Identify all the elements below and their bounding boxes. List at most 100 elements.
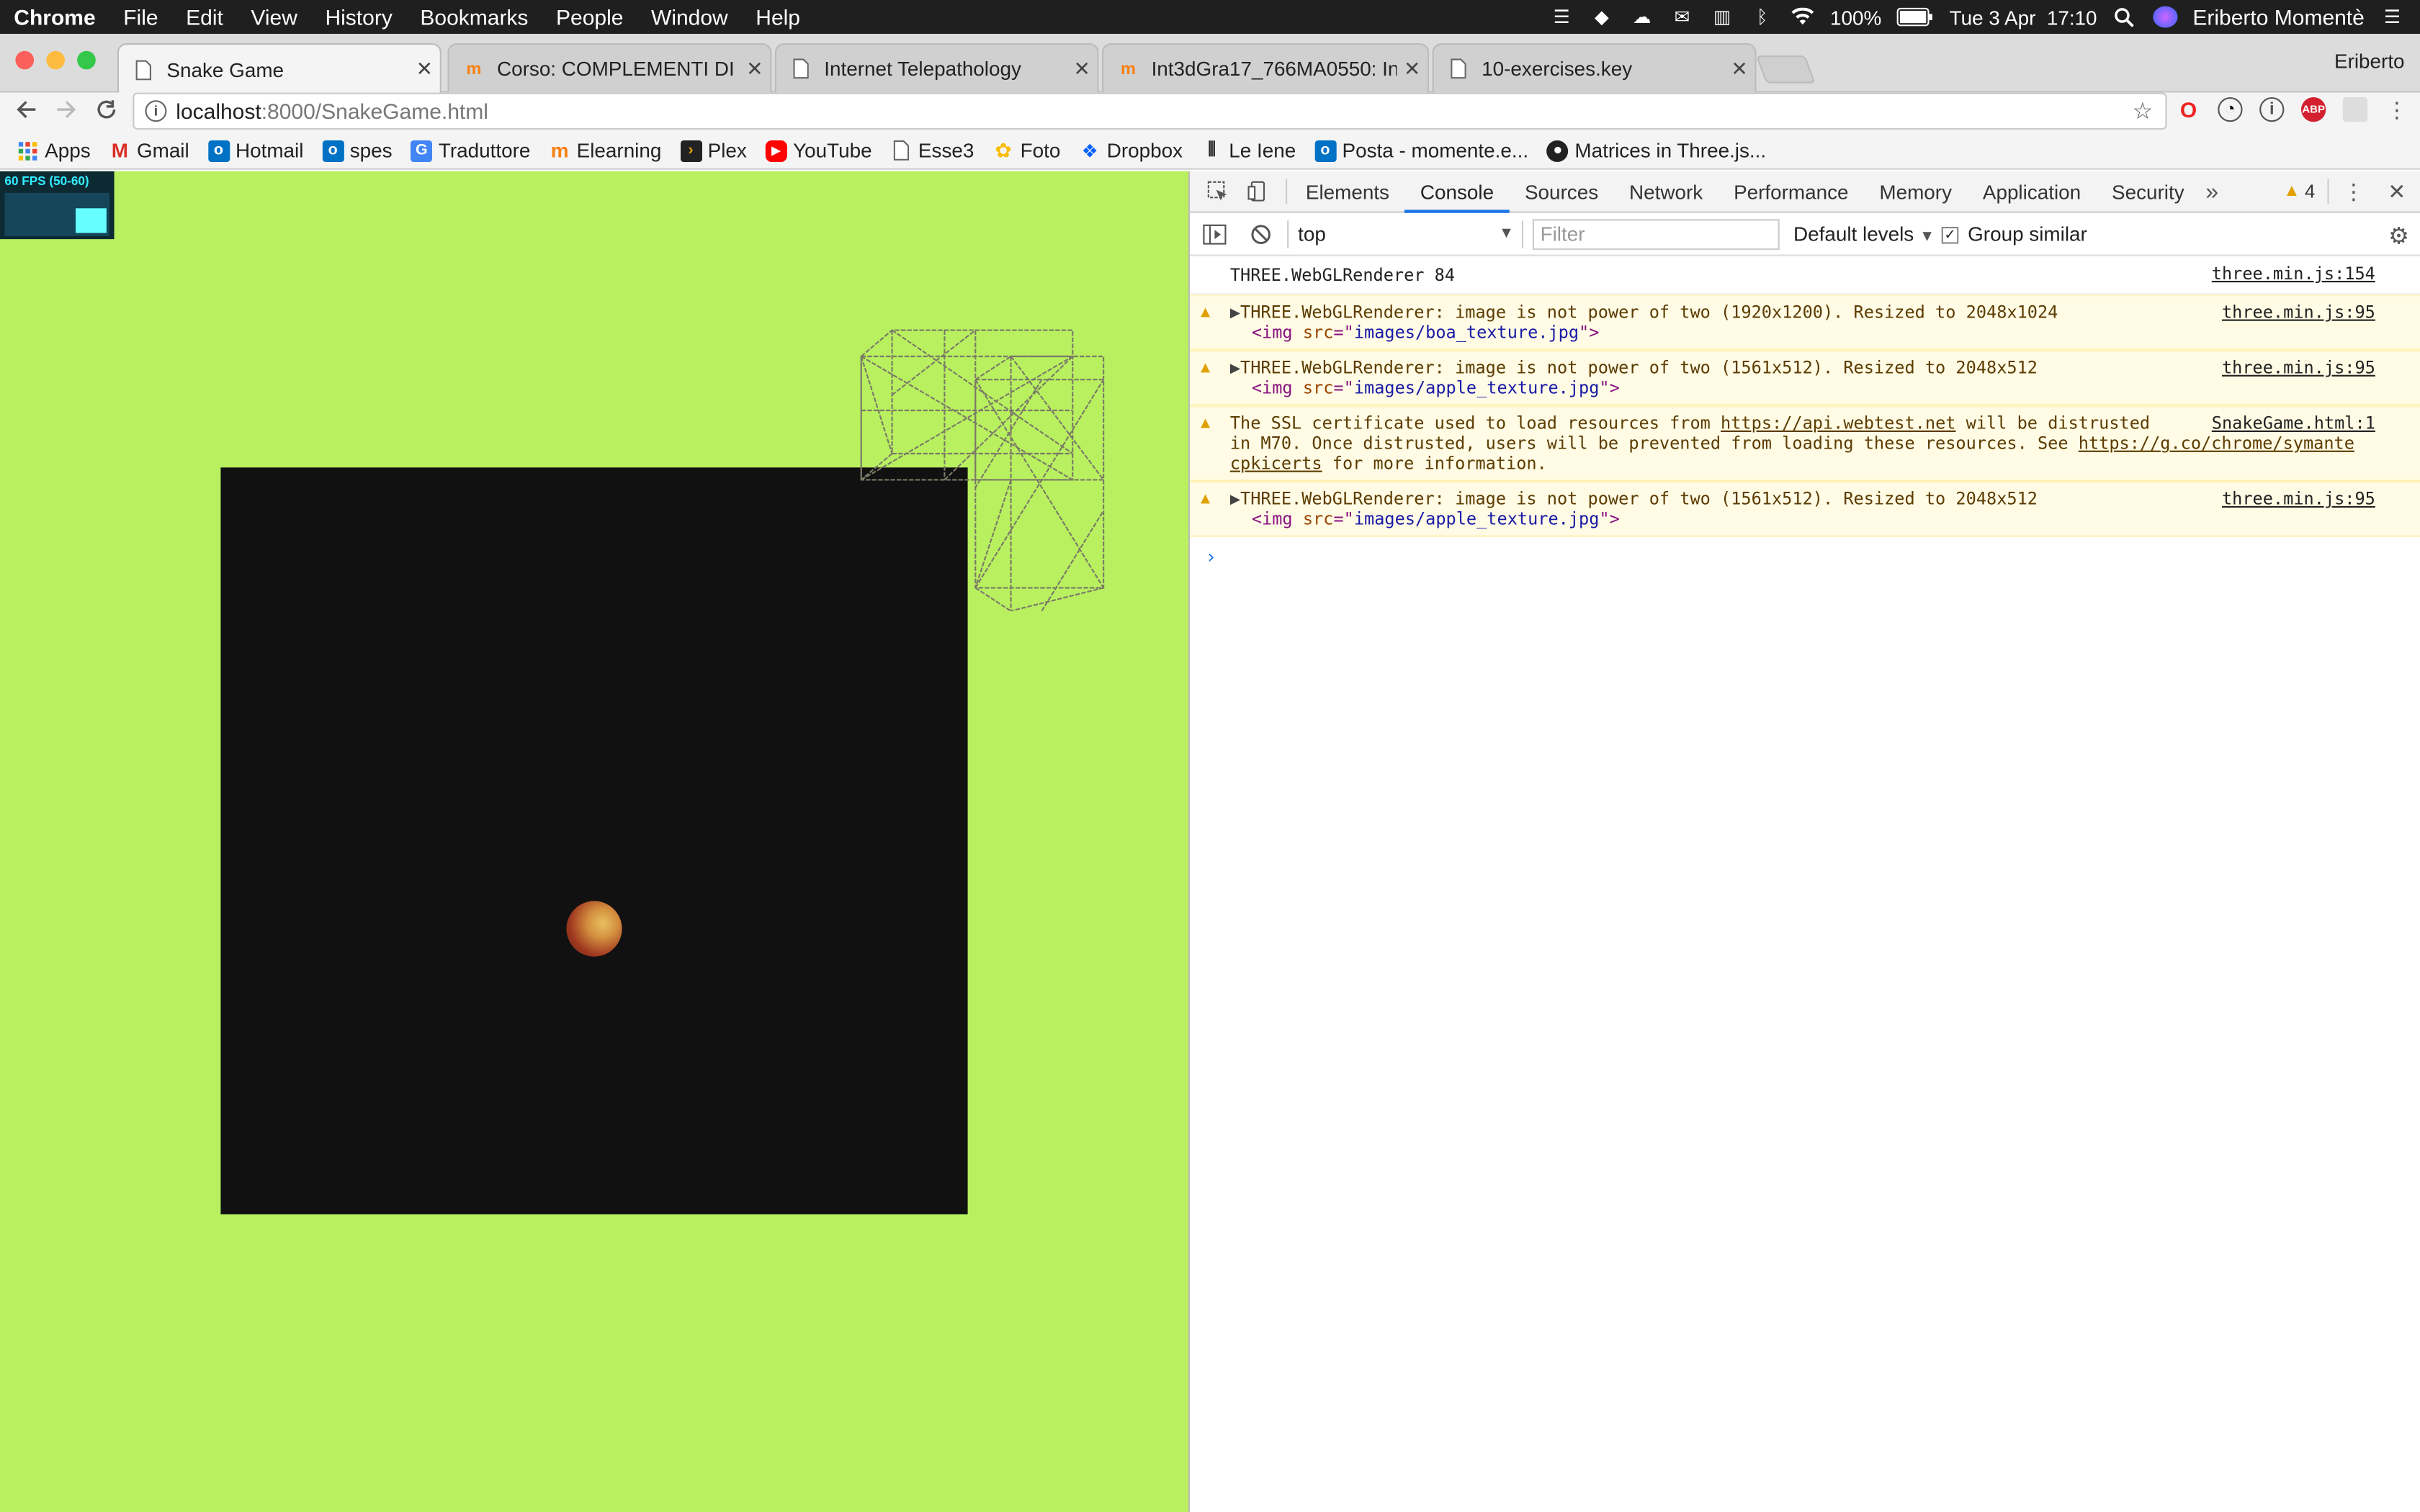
close-tab-icon[interactable]: ✕ <box>1397 56 1428 81</box>
img-src-value[interactable]: images/apple_texture.jpg <box>1354 509 1600 529</box>
more-tabs-icon[interactable]: » <box>2200 178 2224 204</box>
bookmark-foto[interactable]: ✿ Foto <box>992 138 1060 162</box>
clear-console-icon[interactable] <box>1249 222 1273 247</box>
address-bar[interactable]: i localhost:8000/SnakeGame.html ☆ <box>133 92 2167 130</box>
battery-icon[interactable] <box>1896 6 1934 28</box>
close-tab-icon[interactable]: ✕ <box>739 56 770 81</box>
message-source-link[interactable]: three.min.js:95 <box>2222 302 2375 323</box>
bookmark-gmail[interactable]: M Gmail <box>109 139 189 162</box>
menu-file[interactable]: File <box>109 0 172 34</box>
adblock-plus-icon[interactable]: ABP <box>2301 97 2326 122</box>
message-source-link[interactable]: three.min.js:154 <box>2212 264 2375 284</box>
bookmark-spes[interactable]: o spes <box>322 139 393 162</box>
bookmark-plex[interactable]: › Plex <box>680 139 747 162</box>
bookmark-le-iene[interactable]: ⫼ Le Iene <box>1201 139 1296 162</box>
warning-counter[interactable]: ▲ 4 <box>2283 181 2315 202</box>
menu-history[interactable]: History <box>311 0 406 34</box>
game-canvas[interactable]: 60 FPS (50-60) <box>0 171 1188 1512</box>
menu-app-name[interactable]: Chrome <box>0 0 109 34</box>
menu-bookmarks[interactable]: Bookmarks <box>406 0 542 34</box>
info-extension-icon[interactable]: i <box>2259 97 2285 122</box>
message-source-link[interactable]: three.min.js:95 <box>2222 358 2375 378</box>
img-src-value[interactable]: images/boa_texture.jpg <box>1354 323 1579 343</box>
menu-view[interactable]: View <box>237 0 311 34</box>
close-tab-icon[interactable]: ✕ <box>1724 56 1755 81</box>
inspect-element-icon[interactable] <box>1206 179 1230 204</box>
expand-triangle-icon[interactable]: ▶ <box>1230 302 1240 323</box>
device-toolbar-icon[interactable] <box>1245 179 1270 204</box>
stack-icon[interactable]: ☰ <box>1549 6 1574 28</box>
tab-memory[interactable]: Memory <box>1864 171 1967 212</box>
group-similar-checkbox[interactable]: ✓ <box>1941 225 1959 243</box>
fps-meter[interactable]: 60 FPS (50-60) <box>0 171 115 240</box>
context-selector[interactable]: top ▼ <box>1298 219 1517 250</box>
message-source-link[interactable]: SnakeGame.html:1 <box>2212 413 2375 433</box>
tab-sources[interactable]: Sources <box>1510 171 1614 212</box>
expand-triangle-icon[interactable]: ▶ <box>1230 489 1240 509</box>
tab-int3dgra[interactable]: m Int3dGra17_766MA0550: Intera ✕ <box>1102 43 1430 93</box>
tab-elements[interactable]: Elements <box>1290 171 1404 212</box>
spotlight-search-icon[interactable] <box>2112 6 2137 28</box>
close-devtools-icon[interactable]: ✕ <box>2385 178 2409 204</box>
close-tab-icon[interactable]: ✕ <box>409 57 440 81</box>
wifi-icon[interactable] <box>1790 6 1814 28</box>
log-levels-dropdown[interactable]: Default levels ▼ <box>1793 219 1935 253</box>
bookmark-youtube[interactable]: ▶ YouTube <box>765 139 872 162</box>
console-warning-message[interactable]: ▲ The SSL certificate used to load resou… <box>1190 405 2420 482</box>
show-sidebar-icon[interactable] <box>1202 222 1227 247</box>
bookmark-hotmail[interactable]: o Hotmail <box>207 139 303 162</box>
tab-network[interactable]: Network <box>1614 171 1718 212</box>
menu-people[interactable]: People <box>542 0 637 34</box>
close-window-button[interactable] <box>15 50 35 70</box>
console-settings-gear-icon[interactable]: ⚙ <box>2388 222 2409 250</box>
bookmark-posta[interactable]: o Posta - momente.e... <box>1314 139 1528 162</box>
tab-telepathology[interactable]: Internet Telepathology ✕ <box>774 43 1099 93</box>
bookmark-star-icon[interactable]: ☆ <box>2132 97 2153 125</box>
zoom-window-button[interactable] <box>77 50 96 70</box>
mail-icon[interactable]: ✉ <box>1670 6 1694 28</box>
console-warning-message[interactable]: ▲ ▶THREE.WebGLRenderer: image is not pow… <box>1190 294 2420 351</box>
chrome-menu-icon[interactable]: ⋮ <box>2385 96 2409 122</box>
dropbox-tray-icon[interactable]: ◆ <box>1590 6 1614 28</box>
minimize-window-button[interactable] <box>46 50 65 70</box>
group-similar-toggle[interactable]: ✓ Group similar <box>1941 219 2087 250</box>
console-filter-input[interactable]: Filter <box>1532 219 1780 251</box>
tab-application[interactable]: Application <box>1967 171 2096 212</box>
forward-button[interactable] <box>46 98 86 127</box>
bookmark-esse3[interactable]: Esse3 <box>890 139 974 162</box>
console-prompt[interactable]: › <box>1190 537 2420 568</box>
console-log-message[interactable]: THREE.WebGLRenderer 84 three.min.js:154 <box>1190 258 2420 295</box>
expand-triangle-icon[interactable]: ▶ <box>1230 358 1240 378</box>
menu-edit[interactable]: Edit <box>172 0 237 34</box>
cloud-upload-icon[interactable]: ☁ <box>1629 6 1654 28</box>
siri-icon[interactable] <box>2152 6 2177 28</box>
tab-security[interactable]: Security <box>2097 171 2200 212</box>
menubar-clock[interactable]: Tue 3 Apr 17:10 <box>1950 6 2097 29</box>
console-warning-message[interactable]: ▲ ▶THREE.WebGLRenderer: image is not pow… <box>1190 350 2420 406</box>
site-info-icon[interactable]: i <box>145 100 167 122</box>
devtools-menu-icon[interactable]: ⋮ <box>2341 178 2366 204</box>
menu-help[interactable]: Help <box>742 0 814 34</box>
bookmark-matrices[interactable]: ● Matrices in Three.js... <box>1546 139 1766 162</box>
console-warning-message[interactable]: ▲ ▶THREE.WebGLRenderer: image is not pow… <box>1190 481 2420 537</box>
opera-extension-icon[interactable]: O <box>2176 97 2200 122</box>
message-source-link[interactable]: three.min.js:95 <box>2222 489 2375 509</box>
bookmark-elearning[interactable]: m Elearning <box>549 139 662 162</box>
reload-button[interactable] <box>86 98 127 127</box>
board-icon[interactable]: ▥ <box>1710 6 1734 28</box>
back-button[interactable] <box>6 98 47 127</box>
bookmark-dropbox[interactable]: ❖ Dropbox <box>1079 139 1183 162</box>
tab-performance[interactable]: Performance <box>1718 171 1864 212</box>
symantec-info-link-cont[interactable]: cpkicerts <box>1230 454 1322 474</box>
ssl-resource-link[interactable]: https://api.webtest.net <box>1721 413 1955 433</box>
profile-button[interactable]: Eriberto <box>2334 50 2405 73</box>
tab-corso[interactable]: m Corso: COMPLEMENTI DI TEC ✕ <box>447 43 772 93</box>
img-src-value[interactable]: images/apple_texture.jpg <box>1354 378 1600 398</box>
speed-gauge-icon[interactable]: ◔ <box>2218 97 2243 122</box>
bookmark-apps[interactable]: Apps <box>17 139 91 162</box>
tab-console[interactable]: Console <box>1404 171 1510 212</box>
menubar-user[interactable]: Eriberto Momentè <box>2192 4 2364 29</box>
new-tab-button[interactable] <box>1755 55 1816 84</box>
menu-window[interactable]: Window <box>637 0 742 34</box>
symantec-info-link[interactable]: https://g.co/chrome/symante <box>2079 433 2354 454</box>
